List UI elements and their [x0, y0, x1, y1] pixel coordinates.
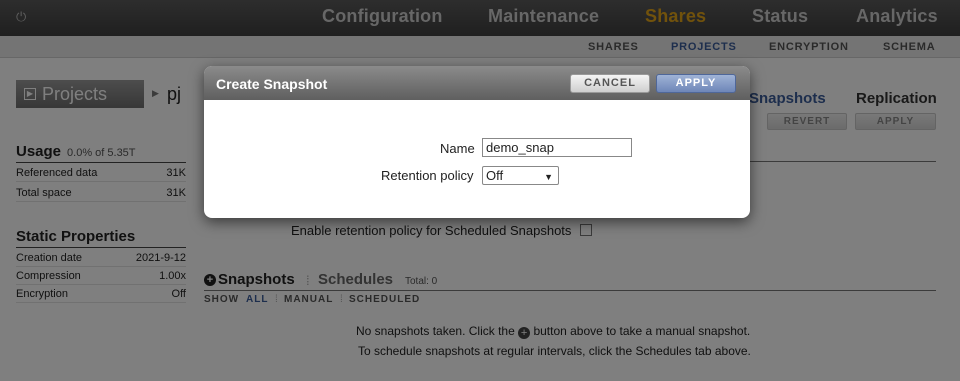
- retention-policy-value: Off: [486, 168, 504, 183]
- apply-button[interactable]: APPLY: [656, 74, 736, 93]
- retention-policy-label: Retention policy: [381, 168, 474, 183]
- cancel-button[interactable]: CANCEL: [570, 74, 650, 93]
- dialog-title: Create Snapshot: [216, 76, 328, 92]
- name-label: Name: [440, 141, 475, 156]
- retention-policy-select[interactable]: Off ▼: [482, 166, 559, 185]
- create-snapshot-dialog: Create Snapshot CANCEL APPLY Name Retent…: [204, 66, 750, 218]
- name-input[interactable]: [482, 138, 632, 157]
- dialog-header: Create Snapshot CANCEL APPLY: [204, 66, 750, 100]
- chevron-down-icon: ▼: [544, 172, 553, 182]
